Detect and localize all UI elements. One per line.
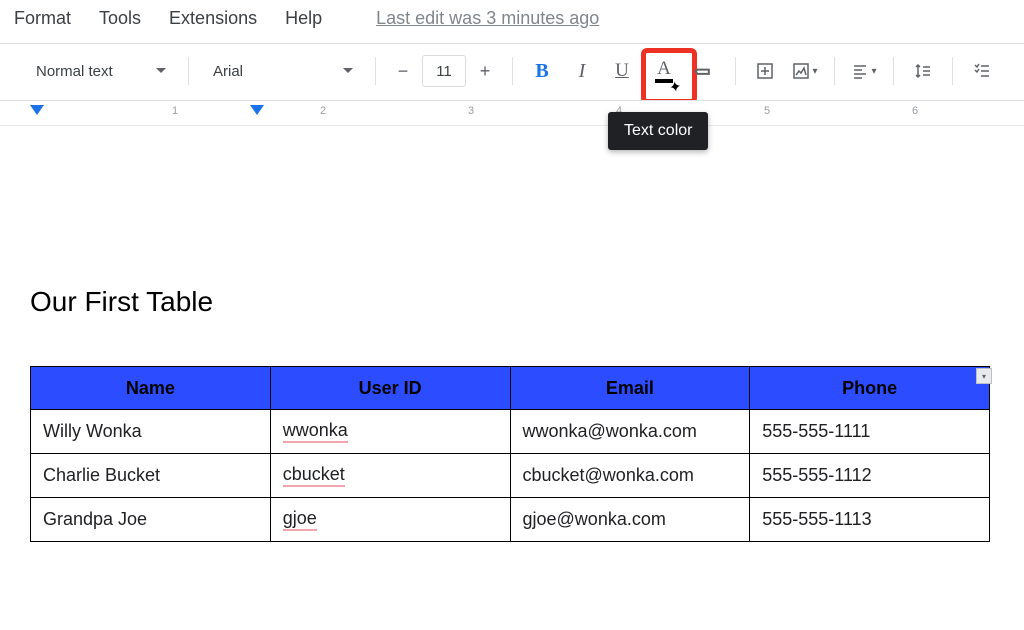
cell-userid[interactable]: cbucket bbox=[270, 454, 510, 498]
table-row[interactable]: Charlie Bucket cbucket cbucket@wonka.com… bbox=[31, 454, 990, 498]
cell-userid[interactable]: wwonka bbox=[270, 410, 510, 454]
chevron-down-icon bbox=[343, 68, 353, 74]
align-icon bbox=[851, 62, 869, 80]
toolbar: Normal text Arial − + B I U A ✦ ▾ ▾ bbox=[0, 44, 1024, 98]
cell-name[interactable]: Grandpa Joe bbox=[31, 498, 271, 542]
cell-email[interactable]: cbucket@wonka.com bbox=[510, 454, 750, 498]
menu-format[interactable]: Format bbox=[14, 8, 71, 29]
separator bbox=[893, 57, 894, 85]
separator bbox=[512, 57, 513, 85]
checklist-icon bbox=[973, 62, 991, 80]
text-color-highlight-wrap: A ✦ bbox=[647, 54, 681, 88]
plus-box-icon bbox=[756, 62, 774, 80]
separator bbox=[735, 57, 736, 85]
line-spacing-button[interactable] bbox=[906, 54, 940, 88]
cell-userid[interactable]: gjoe bbox=[270, 498, 510, 542]
separator bbox=[375, 57, 376, 85]
insert-link-button[interactable] bbox=[748, 54, 782, 88]
ruler-number: 3 bbox=[468, 105, 474, 117]
underline-button[interactable]: U bbox=[605, 54, 639, 88]
checklist-button[interactable] bbox=[965, 54, 999, 88]
chevron-down-icon: ▾ bbox=[871, 66, 876, 77]
increase-font-button[interactable]: + bbox=[470, 55, 500, 87]
paragraph-style-label: Normal text bbox=[36, 63, 113, 80]
menu-extensions[interactable]: Extensions bbox=[169, 8, 257, 29]
ruler-number: 2 bbox=[320, 105, 326, 117]
menu-help[interactable]: Help bbox=[285, 8, 322, 29]
text-color-tooltip: Text color bbox=[608, 112, 708, 150]
separator bbox=[952, 57, 953, 85]
bold-button[interactable]: B bbox=[525, 54, 559, 88]
ruler-number: 5 bbox=[764, 105, 770, 117]
cell-email[interactable]: gjoe@wonka.com bbox=[510, 498, 750, 542]
cell-email[interactable]: wwonka@wonka.com bbox=[510, 410, 750, 454]
line-spacing-icon bbox=[914, 62, 932, 80]
menu-tools[interactable]: Tools bbox=[99, 8, 141, 29]
table-header-row: Name User ID Email Phone bbox=[31, 367, 990, 410]
cell-name[interactable]: Charlie Bucket bbox=[31, 454, 271, 498]
font-size-input[interactable] bbox=[422, 55, 466, 87]
col-name[interactable]: Name bbox=[31, 367, 271, 410]
ruler-number: 6 bbox=[912, 105, 918, 117]
cell-name[interactable]: Willy Wonka bbox=[31, 410, 271, 454]
ruler-number: 1 bbox=[172, 105, 178, 117]
cell-phone[interactable]: 555-555-1113 bbox=[750, 498, 990, 542]
image-icon bbox=[792, 62, 810, 80]
column-handle-icon[interactable]: ▾ bbox=[976, 368, 992, 384]
indent-marker[interactable] bbox=[250, 105, 264, 115]
highlight-color-button[interactable] bbox=[689, 54, 723, 88]
left-margin-marker[interactable] bbox=[30, 105, 44, 115]
separator bbox=[188, 57, 189, 85]
cell-phone[interactable]: 555-555-1111 bbox=[750, 410, 990, 454]
chevron-down-icon: ▾ bbox=[812, 66, 817, 77]
menu-bar: Format Tools Extensions Help Last edit w… bbox=[0, 0, 1024, 43]
insert-image-button[interactable]: ▾ bbox=[788, 54, 822, 88]
col-phone[interactable]: Phone bbox=[750, 367, 990, 410]
document-body[interactable]: Our First Table Name User ID Email Phone… bbox=[0, 126, 1024, 542]
paragraph-style-dropdown[interactable]: Normal text bbox=[24, 59, 176, 84]
chevron-down-icon bbox=[156, 68, 166, 74]
data-table[interactable]: Name User ID Email Phone Willy Wonka wwo… bbox=[30, 366, 990, 542]
table-row[interactable]: Grandpa Joe gjoe gjoe@wonka.com 555-555-… bbox=[31, 498, 990, 542]
page-title[interactable]: Our First Table bbox=[30, 286, 994, 318]
col-userid[interactable]: User ID bbox=[270, 367, 510, 410]
italic-button[interactable]: I bbox=[565, 54, 599, 88]
ruler[interactable]: 1 2 3 4 5 6 bbox=[0, 100, 1024, 126]
font-family-label: Arial bbox=[213, 63, 243, 80]
col-email[interactable]: Email bbox=[510, 367, 750, 410]
cell-phone[interactable]: 555-555-1112 bbox=[750, 454, 990, 498]
separator bbox=[834, 57, 835, 85]
table-row[interactable]: Willy Wonka wwonka wwonka@wonka.com 555-… bbox=[31, 410, 990, 454]
font-family-dropdown[interactable]: Arial bbox=[201, 59, 363, 84]
align-button[interactable]: ▾ bbox=[847, 54, 881, 88]
decrease-font-button[interactable]: − bbox=[388, 55, 418, 87]
last-edit-link[interactable]: Last edit was 3 minutes ago bbox=[376, 8, 599, 29]
marker-icon bbox=[693, 58, 718, 83]
font-size-stepper[interactable]: − + bbox=[388, 55, 500, 87]
